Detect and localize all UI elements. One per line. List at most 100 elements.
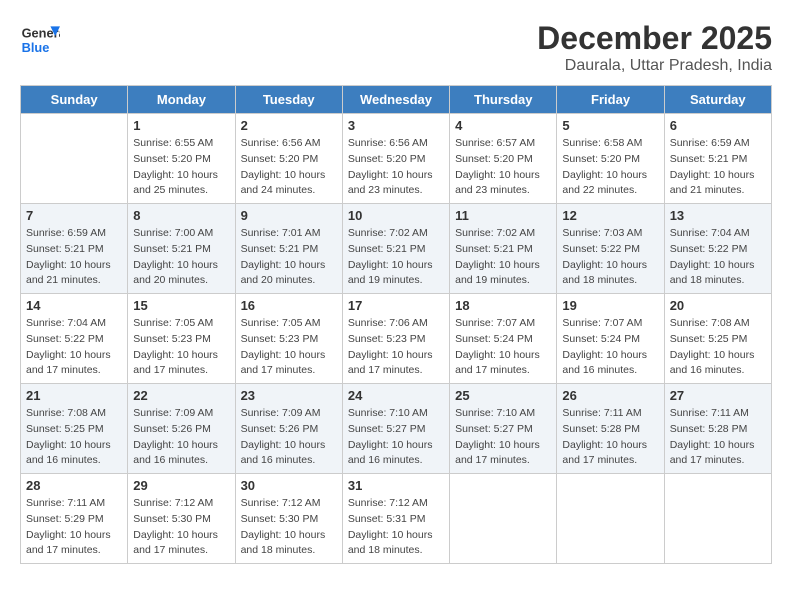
day-info: Sunrise: 6:56 AM Sunset: 5:20 PM Dayligh… [348,136,444,199]
day-info: Sunrise: 7:03 AM Sunset: 5:22 PM Dayligh… [562,226,658,289]
day-number: 13 [670,208,766,223]
day-info: Sunrise: 6:56 AM Sunset: 5:20 PM Dayligh… [241,136,337,199]
calendar-header-row: SundayMondayTuesdayWednesdayThursdayFrid… [21,86,772,114]
day-number: 15 [133,298,229,313]
day-number: 22 [133,388,229,403]
day-info: Sunrise: 7:01 AM Sunset: 5:21 PM Dayligh… [241,226,337,289]
column-header-sunday: Sunday [21,86,128,114]
day-number: 30 [241,478,337,493]
day-cell: 25Sunrise: 7:10 AM Sunset: 5:27 PM Dayli… [450,384,557,474]
day-cell: 28Sunrise: 7:11 AM Sunset: 5:29 PM Dayli… [21,474,128,564]
day-number: 20 [670,298,766,313]
day-info: Sunrise: 7:06 AM Sunset: 5:23 PM Dayligh… [348,316,444,379]
day-cell [557,474,664,564]
day-info: Sunrise: 6:59 AM Sunset: 5:21 PM Dayligh… [26,226,122,289]
day-number: 18 [455,298,551,313]
title-section: December 2025 Daurala, Uttar Pradesh, In… [537,20,772,75]
day-cell: 14 Sunrise: 7:04 AM Sunset: 5:22 PM Dayli… [21,294,128,384]
day-info: Sunrise: 6:57 AM Sunset: 5:20 PM Dayligh… [455,136,551,199]
day-cell: 22 Sunrise: 7:09 AM Sunset: 5:26 PM Dayli… [128,384,235,474]
day-info: Sunrise: 7:11 AM Sunset: 5:28 PM Dayligh… [670,406,766,469]
day-cell [450,474,557,564]
day-number: 6 [670,118,766,133]
day-cell: 29 Sunrise: 7:12 AM Sunset: 5:30 PM Dayli… [128,474,235,564]
column-header-saturday: Saturday [664,86,771,114]
day-number: 29 [133,478,229,493]
day-cell: 23Sunrise: 7:09 AM Sunset: 5:26 PM Dayli… [235,384,342,474]
day-info: Sunrise: 7:07 AM Sunset: 5:24 PM Dayligh… [455,316,551,379]
day-cell: 26 Sunrise: 7:11 AM Sunset: 5:28 PM Dayli… [557,384,664,474]
day-cell: 15Sunrise: 7:05 AM Sunset: 5:23 PM Dayli… [128,294,235,384]
day-info: Sunrise: 7:08 AM Sunset: 5:25 PM Dayligh… [26,406,122,469]
day-info: Sunrise: 6:59 AM Sunset: 5:21 PM Dayligh… [670,136,766,199]
week-row-3: 14 Sunrise: 7:04 AM Sunset: 5:22 PM Dayli… [21,294,772,384]
calendar-table: SundayMondayTuesdayWednesdayThursdayFrid… [20,85,772,564]
day-cell: 18 Sunrise: 7:07 AM Sunset: 5:24 PM Dayli… [450,294,557,384]
day-number: 11 [455,208,551,223]
week-row-2: 7 Sunrise: 6:59 AM Sunset: 5:21 PM Daylig… [21,204,772,294]
day-info: Sunrise: 7:05 AM Sunset: 5:23 PM Dayligh… [241,316,337,379]
day-info: Sunrise: 7:02 AM Sunset: 5:21 PM Dayligh… [455,226,551,289]
svg-text:Blue: Blue [22,40,50,55]
day-cell: 19 Sunrise: 7:07 AM Sunset: 5:24 PM Dayli… [557,294,664,384]
day-number: 7 [26,208,122,223]
day-cell: 9 Sunrise: 7:01 AM Sunset: 5:21 PM Daylig… [235,204,342,294]
day-cell: 10 Sunrise: 7:02 AM Sunset: 5:21 PM Dayli… [342,204,449,294]
day-number: 12 [562,208,658,223]
day-info: Sunrise: 7:09 AM Sunset: 5:26 PM Dayligh… [133,406,229,469]
day-cell: 17 Sunrise: 7:06 AM Sunset: 5:23 PM Dayli… [342,294,449,384]
logo-icon: General Blue [20,20,60,60]
day-cell: 12 Sunrise: 7:03 AM Sunset: 5:22 PM Dayli… [557,204,664,294]
day-number: 16 [241,298,337,313]
day-number: 4 [455,118,551,133]
day-number: 14 [26,298,122,313]
day-cell: 31 Sunrise: 7:12 AM Sunset: 5:31 PM Dayli… [342,474,449,564]
day-info: Sunrise: 7:04 AM Sunset: 5:22 PM Dayligh… [26,316,122,379]
day-number: 17 [348,298,444,313]
day-info: Sunrise: 7:04 AM Sunset: 5:22 PM Dayligh… [670,226,766,289]
day-number: 8 [133,208,229,223]
day-number: 26 [562,388,658,403]
day-info: Sunrise: 7:00 AM Sunset: 5:21 PM Dayligh… [133,226,229,289]
day-number: 21 [26,388,122,403]
day-number: 19 [562,298,658,313]
day-cell: 16 Sunrise: 7:05 AM Sunset: 5:23 PM Dayli… [235,294,342,384]
day-info: Sunrise: 7:11 AM Sunset: 5:28 PM Dayligh… [562,406,658,469]
day-cell: 24Sunrise: 7:10 AM Sunset: 5:27 PM Dayli… [342,384,449,474]
day-cell: 27 Sunrise: 7:11 AM Sunset: 5:28 PM Dayli… [664,384,771,474]
day-cell: 11 Sunrise: 7:02 AM Sunset: 5:21 PM Dayli… [450,204,557,294]
day-cell: 3 Sunrise: 6:56 AM Sunset: 5:20 PM Daylig… [342,114,449,204]
calendar-body: 1Sunrise: 6:55 AM Sunset: 5:20 PM Daylig… [21,114,772,564]
day-info: Sunrise: 7:08 AM Sunset: 5:25 PM Dayligh… [670,316,766,379]
day-number: 27 [670,388,766,403]
column-header-friday: Friday [557,86,664,114]
week-row-1: 1Sunrise: 6:55 AM Sunset: 5:20 PM Daylig… [21,114,772,204]
day-info: Sunrise: 7:12 AM Sunset: 5:31 PM Dayligh… [348,496,444,559]
day-cell: 5Sunrise: 6:58 AM Sunset: 5:20 PM Daylig… [557,114,664,204]
day-cell [21,114,128,204]
day-number: 3 [348,118,444,133]
day-cell: 4 Sunrise: 6:57 AM Sunset: 5:20 PM Daylig… [450,114,557,204]
day-cell: 7 Sunrise: 6:59 AM Sunset: 5:21 PM Daylig… [21,204,128,294]
day-number: 31 [348,478,444,493]
day-info: Sunrise: 7:11 AM Sunset: 5:29 PM Dayligh… [26,496,122,559]
day-number: 1 [133,118,229,133]
column-header-thursday: Thursday [450,86,557,114]
day-info: Sunrise: 7:02 AM Sunset: 5:21 PM Dayligh… [348,226,444,289]
day-number: 25 [455,388,551,403]
day-cell: 30Sunrise: 7:12 AM Sunset: 5:30 PM Dayli… [235,474,342,564]
day-number: 9 [241,208,337,223]
day-cell: 2 Sunrise: 6:56 AM Sunset: 5:20 PM Daylig… [235,114,342,204]
day-number: 2 [241,118,337,133]
day-info: Sunrise: 7:07 AM Sunset: 5:24 PM Dayligh… [562,316,658,379]
day-cell: 6 Sunrise: 6:59 AM Sunset: 5:21 PM Daylig… [664,114,771,204]
day-number: 24 [348,388,444,403]
header: General Blue December 2025 Daurala, Utta… [20,20,772,75]
day-info: Sunrise: 7:12 AM Sunset: 5:30 PM Dayligh… [133,496,229,559]
day-cell: 1Sunrise: 6:55 AM Sunset: 5:20 PM Daylig… [128,114,235,204]
day-cell: 20 Sunrise: 7:08 AM Sunset: 5:25 PM Dayli… [664,294,771,384]
day-cell: 21 Sunrise: 7:08 AM Sunset: 5:25 PM Dayli… [21,384,128,474]
column-header-wednesday: Wednesday [342,86,449,114]
day-number: 10 [348,208,444,223]
day-cell: 8 Sunrise: 7:00 AM Sunset: 5:21 PM Daylig… [128,204,235,294]
